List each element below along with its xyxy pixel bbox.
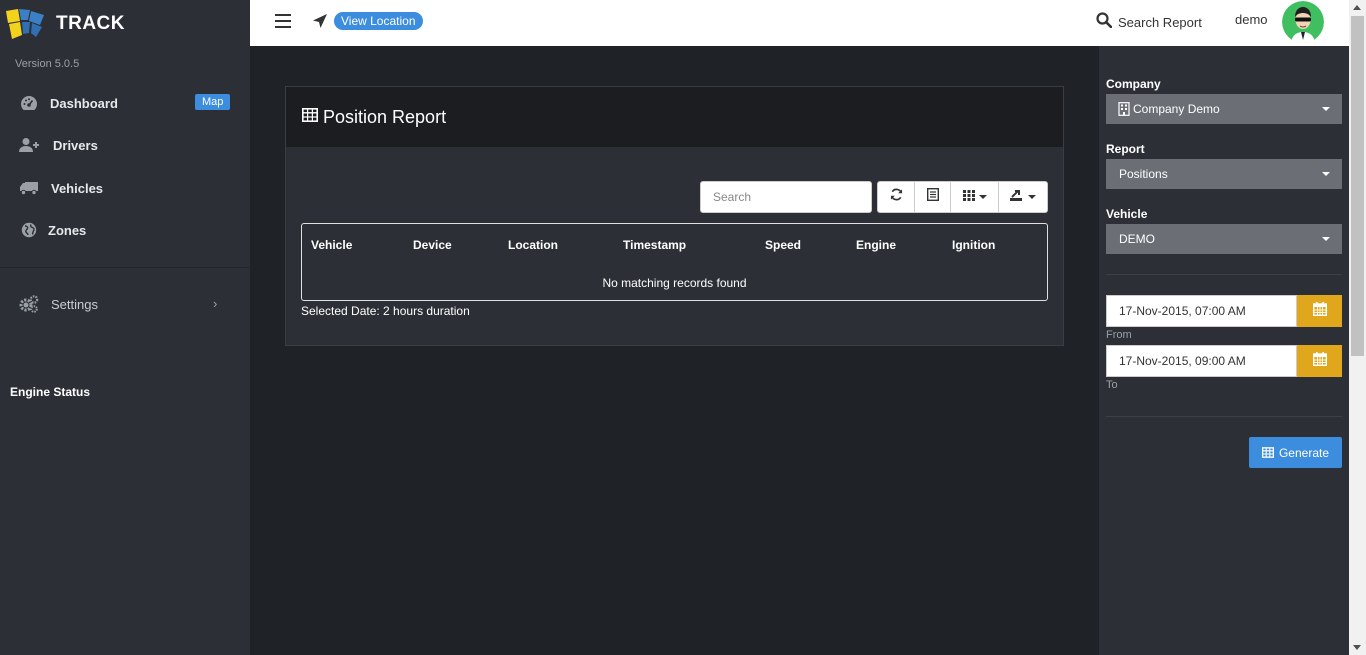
gears-icon (19, 294, 39, 314)
sidebar-item-label: Settings (51, 296, 98, 312)
from-date-input[interactable] (1106, 295, 1297, 327)
search-report-link[interactable]: Search Report (1096, 11, 1202, 33)
panel-header: Position Report (286, 87, 1063, 147)
sidebar-item-label: Vehicles (51, 180, 104, 196)
table-search-input[interactable] (700, 181, 872, 213)
generate-button[interactable]: Generate (1249, 437, 1342, 468)
position-table: Vehicle Device Location Timestamp Speed … (301, 223, 1048, 301)
building-icon (1118, 102, 1130, 116)
chevron-down-icon (1322, 237, 1330, 241)
dashboard-icon (19, 93, 39, 113)
report-select[interactable]: Positions (1106, 159, 1342, 189)
view-location-button[interactable]: View Location (334, 12, 423, 30)
report-label: Report (1106, 142, 1145, 156)
vehicle-select-value: DEMO (1119, 232, 1155, 246)
chevron-down-icon (978, 195, 987, 199)
to-date-input[interactable] (1106, 345, 1297, 377)
calendar-icon (1312, 301, 1327, 321)
chevron-down-icon (1028, 195, 1036, 199)
table-toolbar (877, 181, 1048, 213)
brand[interactable]: TRACK (6, 6, 125, 42)
table-icon (302, 108, 318, 127)
company-label: Company (1106, 77, 1161, 91)
page-title: Position Report (323, 107, 447, 127)
column-header-vehicle[interactable]: Vehicle (311, 238, 352, 252)
column-header-location[interactable]: Location (508, 238, 558, 252)
from-caption: From (1106, 329, 1132, 341)
refresh-button[interactable] (877, 181, 915, 213)
sidebar-item-vehicles[interactable]: Vehicles (0, 170, 250, 206)
scroll-up-icon[interactable] (1353, 5, 1361, 10)
sidebar-item-label: Zones (48, 222, 87, 238)
filter-divider (1106, 274, 1342, 275)
filter-panel: Company Company Demo Report Positions Ve… (1099, 46, 1349, 655)
truck-icon (19, 178, 39, 198)
column-header-device[interactable]: Device (413, 238, 452, 252)
sidebar-item-label: Dashboard (50, 95, 118, 111)
vehicle-select[interactable]: DEMO (1106, 224, 1342, 254)
search-report-label: Search Report (1118, 14, 1202, 30)
column-header-timestamp[interactable]: Timestamp (623, 238, 686, 252)
sidebar-item-zones[interactable]: Zones (0, 212, 250, 248)
location-arrow-icon[interactable] (312, 13, 328, 34)
sidebar-item-label: Drivers (53, 137, 98, 153)
search-icon (1096, 11, 1113, 33)
column-header-engine[interactable]: Engine (856, 238, 896, 252)
column-header-ignition[interactable]: Ignition (952, 238, 995, 252)
columns-grid-icon (962, 188, 975, 206)
generate-button-label: Generate (1278, 445, 1330, 460)
scrollbar-thumb[interactable] (1351, 16, 1364, 356)
sidebar-item-drivers[interactable]: Drivers (0, 127, 250, 163)
vehicle-label: Vehicle (1106, 207, 1148, 221)
toggle-view-button[interactable] (914, 181, 951, 213)
panel-title: Position Report (302, 107, 446, 128)
refresh-icon (890, 188, 903, 206)
user-name[interactable]: demo (1235, 12, 1268, 27)
chevron-down-icon (1322, 172, 1330, 176)
scroll-down-icon[interactable] (1353, 645, 1361, 650)
report-select-value: Positions (1119, 167, 1168, 181)
logo-icon (6, 7, 48, 41)
column-header-speed[interactable]: Speed (765, 238, 801, 252)
page-scrollbar[interactable] (1349, 0, 1366, 655)
engine-status-heading: Engine Status (10, 385, 91, 399)
export-dropdown-button[interactable] (998, 181, 1048, 213)
to-calendar-button[interactable] (1297, 345, 1342, 377)
from-calendar-button[interactable] (1297, 295, 1342, 327)
sidebar: TRACK Version 5.0.5 Dashboard Map Driver… (0, 0, 250, 655)
chevron-right-icon: › (213, 296, 218, 311)
columns-dropdown-button[interactable] (950, 181, 999, 213)
map-badge[interactable]: Map (195, 94, 231, 110)
user-plus-icon (19, 135, 39, 155)
avatar[interactable] (1282, 1, 1324, 43)
list-alt-icon (926, 187, 939, 206)
topbar: View Location Search Report demo (250, 0, 1349, 46)
position-report-panel: Position Report Vehicle (285, 86, 1064, 346)
sidebar-divider (0, 267, 250, 268)
selected-date-text: Selected Date: 2 hours duration (301, 304, 470, 318)
calendar-icon (1312, 351, 1327, 371)
globe-icon (19, 220, 39, 240)
company-select[interactable]: Company Demo (1106, 94, 1342, 124)
filter-divider (1106, 416, 1342, 417)
table-icon (1261, 447, 1274, 458)
export-icon (1010, 188, 1024, 206)
brand-name: TRACK (56, 13, 125, 34)
version-label: Version 5.0.5 (15, 58, 80, 70)
chevron-down-icon (1322, 107, 1330, 111)
hamburger-menu-icon[interactable] (275, 14, 291, 28)
company-select-value: Company Demo (1133, 102, 1220, 116)
empty-table-message: No matching records found (602, 276, 747, 290)
to-caption: To (1106, 379, 1118, 391)
